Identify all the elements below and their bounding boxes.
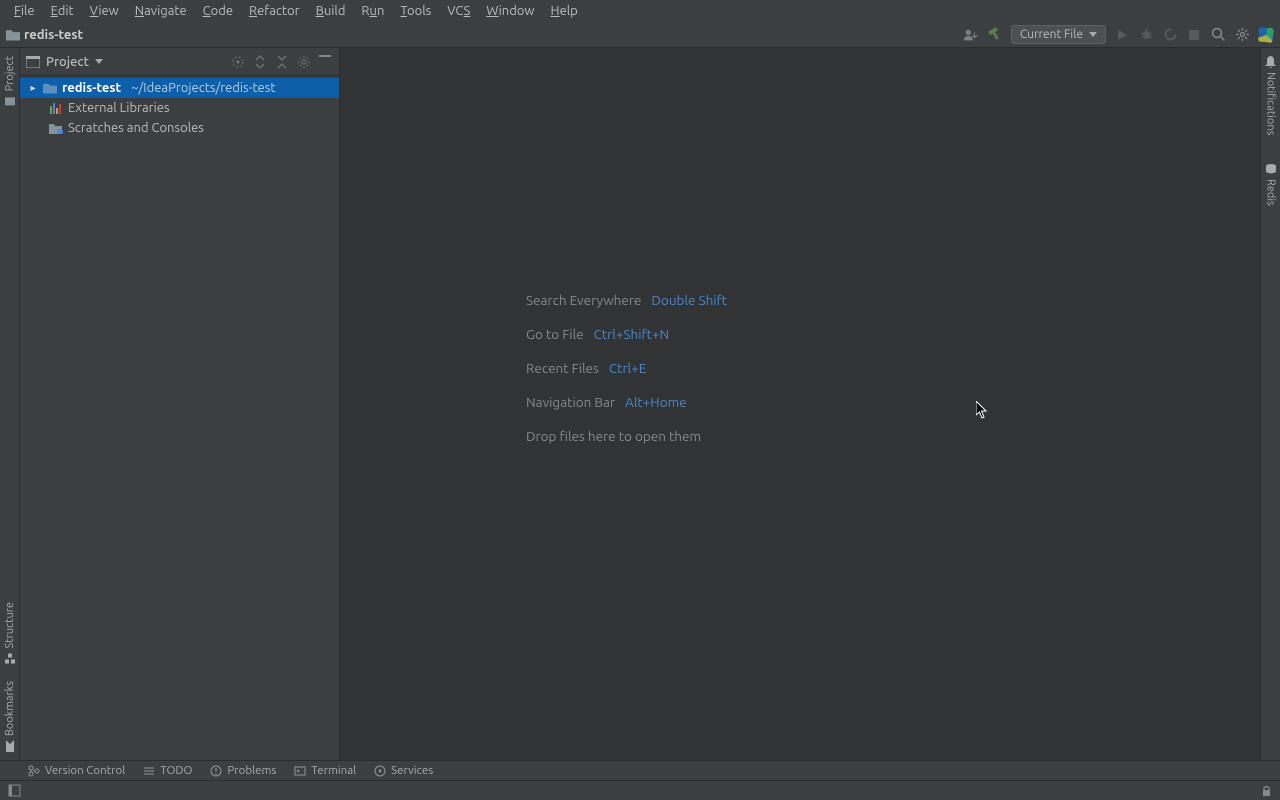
project-tool-window: Project ▸ redis-test ~/IdeaProjects/redi… [20,48,340,760]
settings-gear-icon[interactable] [1234,27,1250,43]
status-lock-icon[interactable] [1261,785,1272,797]
run-config-label: Current File [1020,28,1083,41]
module-folder-icon [42,81,58,95]
bottom-tab-todo[interactable]: TODO [143,764,192,777]
debug-button[interactable] [1138,27,1154,43]
menu-tools[interactable]: Tools [392,2,439,20]
hint-search-label: Search Everywhere [526,292,641,308]
ide-logo-icon[interactable] [1258,27,1274,43]
menu-view[interactable]: View [82,2,127,20]
chevron-down-icon[interactable] [95,59,103,64]
bottom-tab-terminal[interactable]: Terminal [294,764,356,777]
project-tree: ▸ redis-test ~/IdeaProjects/redis-test E… [20,76,339,140]
run-config-selector[interactable]: Current File [1011,25,1106,44]
run-button[interactable] [1114,27,1130,43]
select-opened-file-icon[interactable] [231,55,245,69]
hint-search-key: Double Shift [651,292,727,308]
menu-build[interactable]: Build [308,2,354,20]
bottom-tool-tabs: Version Control TODO Problems Terminal S… [0,760,1280,780]
breadcrumb-project: redis-test [24,28,83,42]
collapse-all-icon[interactable] [275,55,289,69]
status-bar [0,780,1280,800]
editor-empty-state[interactable]: Search Everywhere Double Shift Go to File… [340,48,1260,760]
bottom-tab-version-control[interactable]: Version Control [28,764,125,777]
folder-icon [6,29,20,41]
right-tool-gutter: Notifications Redis [1260,48,1280,760]
search-icon[interactable] [1210,27,1226,43]
bottom-tab-services[interactable]: Services [374,764,433,777]
tree-root-name: redis-test [62,81,121,95]
editor-hints: Search Everywhere Double Shift Go to File… [526,292,727,444]
tree-root-path: ~/IdeaProjects/redis-test [131,81,275,95]
hint-drop-label: Drop files here to open them [526,428,701,444]
project-view-icon [26,56,40,68]
chevron-right-icon: ▸ [28,82,38,94]
menu-run[interactable]: Run [353,2,392,20]
build-hammer-icon[interactable] [987,27,1003,43]
right-tab-notifications[interactable]: Notifications [1263,48,1279,143]
bottom-tab-problems[interactable]: Problems [210,764,276,777]
project-panel-title[interactable]: Project [46,55,89,69]
breadcrumb[interactable]: redis-test [6,28,83,42]
menu-window[interactable]: Window [478,2,542,20]
menu-refactor[interactable]: Refactor [241,2,308,20]
expand-all-icon[interactable] [253,55,267,69]
tool-windows-quick-access-icon[interactable] [8,784,21,797]
right-tab-redis[interactable]: Redis [1263,155,1279,214]
left-tab-structure[interactable]: Structure [2,594,18,673]
panel-settings-icon[interactable] [297,55,311,69]
left-tab-bookmarks[interactable]: Bookmarks [2,673,18,760]
menu-code[interactable]: Code [195,2,241,20]
mouse-cursor [976,401,988,419]
menu-help[interactable]: Help [543,2,586,20]
chevron-down-icon [1089,32,1097,37]
navigation-bar: redis-test Current File [0,22,1280,48]
run-with-coverage-button[interactable] [1162,27,1178,43]
project-panel-header: Project [20,48,339,76]
hide-panel-icon[interactable] [319,55,333,69]
left-tool-gutter: Project Structure Bookmarks [0,48,20,760]
left-tab-project[interactable]: Project [2,48,18,115]
hint-recent-key: Ctrl+E [609,360,646,376]
libraries-icon [48,101,64,115]
tree-scratches[interactable]: Scratches and Consoles [20,118,339,138]
menu-edit[interactable]: Edit [43,2,82,20]
menu-bar: File Edit View Navigate Code Refactor Bu… [0,0,1280,22]
menu-navigate[interactable]: Navigate [127,2,195,20]
tree-external-libraries[interactable]: External Libraries [20,98,339,118]
user-with-arrow-icon[interactable] [963,27,979,43]
menu-vcs[interactable]: VCS [439,2,478,20]
hint-gotofile-key: Ctrl+Shift+N [594,326,670,342]
hint-navbar-key: Alt+Home [625,394,687,410]
tree-root-row[interactable]: ▸ redis-test ~/IdeaProjects/redis-test [20,78,339,98]
hint-gotofile-label: Go to File [526,326,584,342]
hint-navbar-label: Navigation Bar [526,394,615,410]
menu-file[interactable]: File [6,2,43,20]
hint-recent-label: Recent Files [526,360,599,376]
scratches-icon [48,121,64,135]
stop-button[interactable] [1186,27,1202,43]
